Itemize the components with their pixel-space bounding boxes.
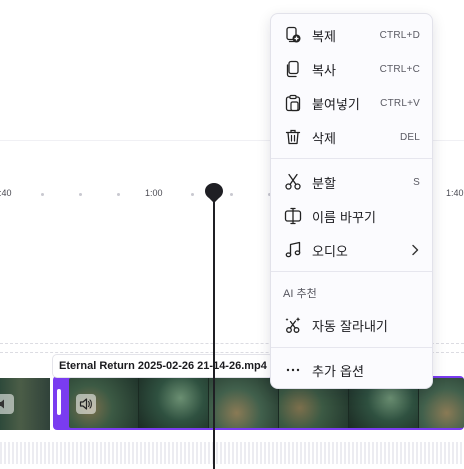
menu-item-label: 분할 <box>312 176 336 192</box>
context-menu: 복제 CTRL+D 복사 CTRL+C 붙여넣기 CTRL+V 삭제 DEL 분… <box>270 13 433 389</box>
clip-title-tooltip: Eternal Return 2025-02-26 21-14-26.mp4 <box>52 354 274 378</box>
menu-item-label: 붙여넣기 <box>312 97 360 113</box>
playhead-handle[interactable] <box>205 183 223 203</box>
ruler-dot <box>191 193 194 196</box>
menu-item-label: 복사 <box>312 63 336 79</box>
trash-icon <box>283 127 303 147</box>
chevron-right-icon <box>410 241 420 260</box>
music-note-icon <box>283 240 303 260</box>
menu-item-duplicate[interactable]: 복제 CTRL+D <box>271 21 432 49</box>
menu-item-shortcut: S <box>413 176 420 188</box>
menu-item-shortcut: CTRL+D <box>379 29 420 41</box>
rename-icon <box>283 206 303 226</box>
menu-item-shortcut: DEL <box>399 131 420 143</box>
ruler-tick-label: 2:40 <box>0 188 12 198</box>
menu-item-label: 복제 <box>312 29 336 45</box>
menu-item-label: 이름 바꾸기 <box>312 210 376 226</box>
ruler-dot <box>230 193 233 196</box>
menu-item-label: 삭제 <box>312 131 336 147</box>
menu-item-delete[interactable]: 삭제 DEL <box>271 123 432 151</box>
menu-item-copy[interactable]: 복사 CTRL+C <box>271 55 432 83</box>
menu-item-paste[interactable]: 붙여넣기 CTRL+V <box>271 89 432 117</box>
menu-item-label: 자동 잘라내기 <box>312 319 388 335</box>
magic-scissors-icon <box>283 315 303 335</box>
menu-item-label: 추가 옵션 <box>312 364 364 380</box>
scissors-icon <box>283 172 303 192</box>
menu-item-label: 오디오 <box>312 244 348 260</box>
menu-item-audio[interactable]: 오디오 <box>271 236 432 264</box>
menu-separator <box>271 347 432 348</box>
ruler-tick-label: 1:40 <box>446 188 464 198</box>
playhead-line[interactable] <box>213 192 215 469</box>
menu-separator <box>271 158 432 159</box>
menu-item-split[interactable]: 분할 S <box>271 168 432 196</box>
previous-video-clip[interactable] <box>0 378 50 430</box>
menu-item-more-options[interactable]: 추가 옵션 <box>271 356 432 384</box>
menu-item-shortcut: CTRL+V <box>380 97 420 109</box>
speaker-icon <box>79 398 92 410</box>
duplicate-icon <box>283 25 303 45</box>
clip-trim-handle[interactable] <box>57 389 61 415</box>
clip-audio-toggle[interactable] <box>76 394 96 414</box>
copy-icon <box>283 59 303 79</box>
menu-item-shortcut: CTRL+C <box>379 63 420 75</box>
ruler-dot <box>41 193 44 196</box>
ai-section-title: AI 추천 <box>283 288 317 300</box>
paste-icon <box>283 93 303 113</box>
ruler-dot <box>79 193 82 196</box>
ruler-tick-label: 1:00 <box>145 188 163 198</box>
audio-waveform <box>0 442 464 464</box>
menu-item-auto-cut[interactable]: 자동 잘라내기 <box>271 311 432 339</box>
more-dots-icon <box>283 360 303 380</box>
ruler-dot <box>117 193 120 196</box>
speaker-icon[interactable] <box>0 394 14 414</box>
menu-separator <box>271 271 432 272</box>
menu-item-rename[interactable]: 이름 바꾸기 <box>271 202 432 230</box>
